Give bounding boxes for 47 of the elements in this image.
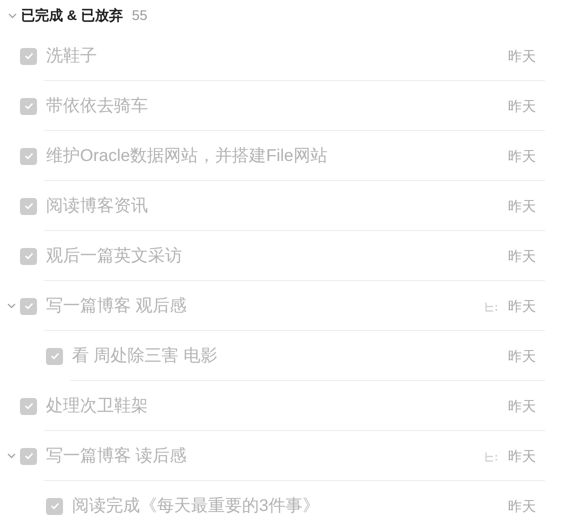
task-date: 昨天 — [508, 446, 536, 466]
subtasks-icon — [485, 302, 498, 312]
task-date: 昨天 — [508, 346, 536, 366]
task-title: 写一篇博客 观后感 — [46, 295, 187, 318]
task-date: 昨天 — [508, 196, 536, 216]
check-icon — [24, 452, 34, 460]
task-count: 55 — [132, 6, 148, 25]
check-icon — [24, 102, 34, 110]
task-date: 昨天 — [508, 246, 536, 266]
check-icon — [24, 302, 34, 310]
task-date: 昨天 — [508, 96, 536, 116]
checkbox[interactable] — [20, 98, 37, 114]
task-title: 观后一篇英文采访 — [46, 245, 182, 268]
check-icon — [24, 52, 34, 60]
subtasks-icon — [485, 452, 498, 462]
task-date: 昨天 — [508, 396, 536, 416]
task-date: 昨天 — [508, 296, 536, 316]
check-icon — [24, 202, 34, 210]
checkbox[interactable] — [20, 198, 37, 214]
task-date: 昨天 — [508, 146, 536, 166]
task-title: 阅读完成《每天最重要的3件事》 — [72, 495, 320, 518]
checkbox[interactable] — [20, 448, 37, 464]
check-icon — [50, 352, 60, 360]
task-title: 写一篇博客 读后感 — [46, 445, 187, 468]
task-title: 处理次卫鞋架 — [46, 395, 148, 418]
chevron-icon[interactable] — [8, 12, 17, 18]
check-icon — [24, 402, 34, 410]
task-title: 阅读博客资讯 — [46, 195, 148, 218]
chevron-icon[interactable] — [6, 453, 16, 459]
checkbox[interactable] — [46, 348, 63, 364]
checkbox[interactable] — [20, 48, 37, 64]
checkbox[interactable] — [20, 148, 37, 164]
checkbox[interactable] — [20, 248, 37, 264]
task-title: 带依依去骑车 — [46, 95, 148, 118]
check-icon — [24, 252, 34, 260]
task-date: 昨天 — [508, 496, 536, 516]
chevron-icon[interactable] — [6, 303, 16, 309]
task-title: 洗鞋子 — [46, 45, 97, 68]
checkbox[interactable] — [46, 498, 63, 514]
check-icon — [50, 502, 60, 510]
checkbox[interactable] — [20, 298, 37, 314]
task-title: 看 周处除三害 电影 — [72, 345, 218, 368]
task-title: 维护Oracle数据网站，并搭建File网站 — [46, 145, 328, 168]
check-icon — [24, 152, 34, 160]
section-title: 已完成 & 已放弃 — [21, 6, 123, 25]
checkbox[interactable] — [20, 398, 37, 414]
task-date: 昨天 — [508, 46, 536, 66]
